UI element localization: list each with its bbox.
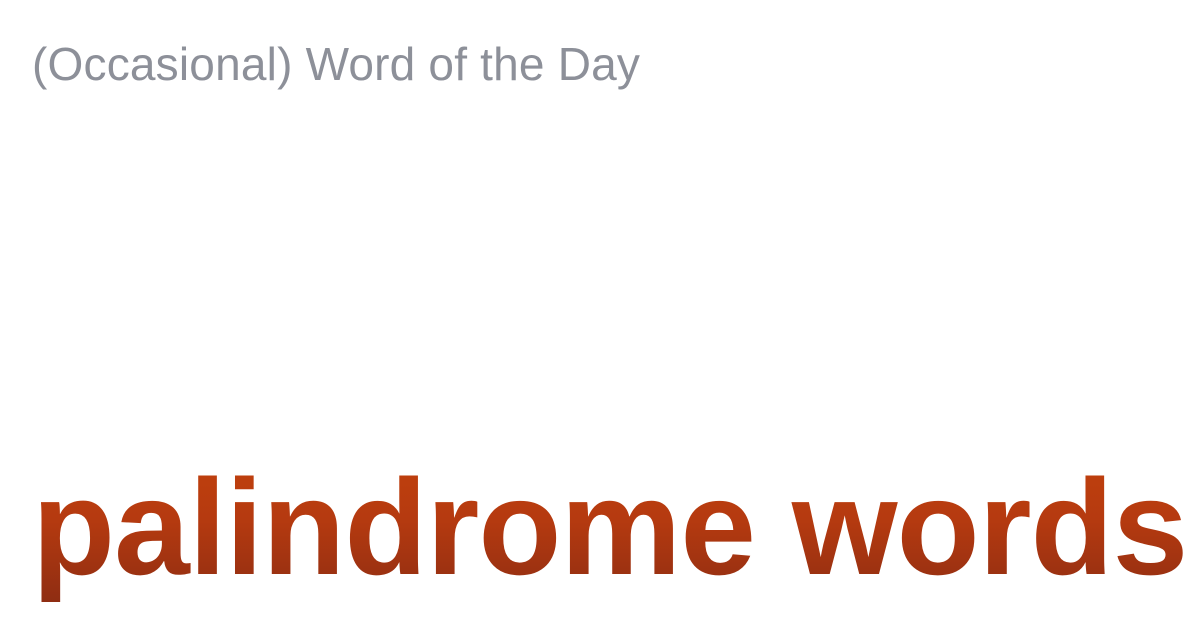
word-headline: palindrome words <box>32 451 1188 603</box>
word-of-the-day-kicker: (Occasional) Word of the Day <box>32 38 641 90</box>
word-of-the-day-card: (Occasional) Word of the Day palindrome … <box>0 0 1200 630</box>
